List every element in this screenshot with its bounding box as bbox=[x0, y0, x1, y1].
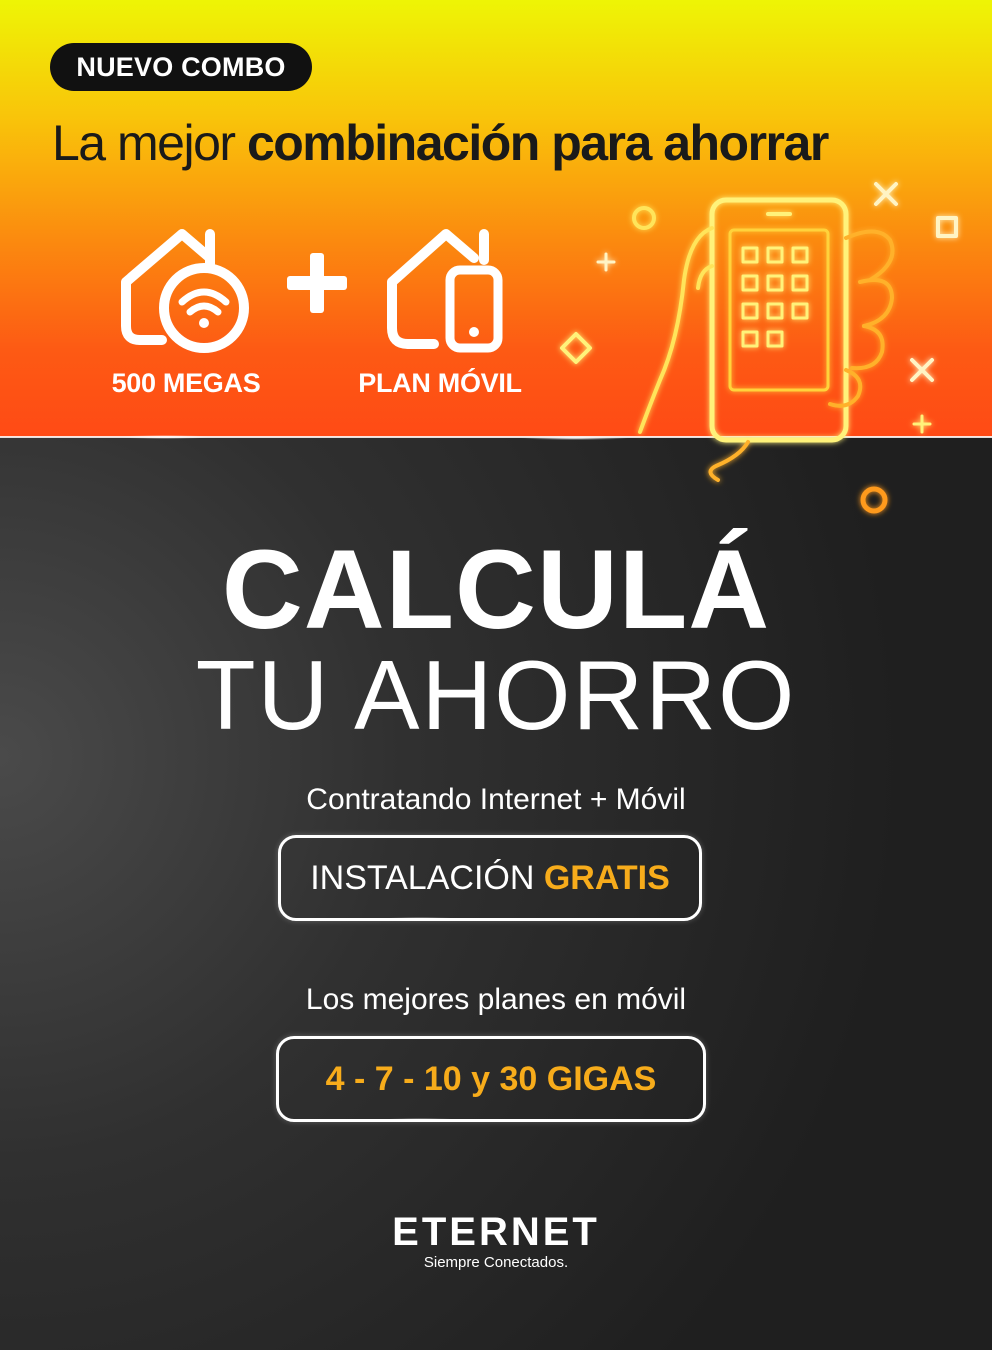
glint bbox=[380, 1118, 460, 1122]
free-text: GRATIS bbox=[543, 859, 670, 897]
brand-tagline: Siempre Conectados. bbox=[423, 1254, 569, 1271]
glint bbox=[380, 917, 460, 921]
headline-strong: combinación para ahorrar bbox=[246, 115, 829, 171]
neon-hand-phone-icon bbox=[560, 182, 958, 514]
promo-banner: NUEVO COMBO La mejor combinación para ah… bbox=[0, 0, 992, 1350]
plus-icon bbox=[282, 248, 352, 318]
calc-subtitle: TU AHORRO bbox=[195, 640, 797, 750]
brand-logo: ETERNET bbox=[392, 1210, 600, 1254]
new-combo-badge: NUEVO COMBO bbox=[50, 43, 312, 91]
offer-caption-planes: Los mejores planes en móvil bbox=[305, 983, 687, 1016]
service-label-movil: PLAN MÓVIL bbox=[358, 368, 522, 398]
home-phone-icon bbox=[387, 229, 503, 353]
home-wifi-icon bbox=[121, 229, 249, 353]
service-label-megas: 500 MEGAS bbox=[111, 368, 261, 398]
calc-title: CALCULÁ bbox=[221, 527, 771, 652]
glint bbox=[120, 435, 210, 439]
headline-light: La mejor bbox=[52, 115, 236, 171]
installation-text: INSTALACIÓN bbox=[310, 859, 535, 897]
headline: La mejor combinación para ahorrar bbox=[52, 112, 952, 174]
gigas-pill: 4 - 7 - 10 y 30 GIGAS bbox=[276, 1036, 706, 1122]
offer-caption-internet-movil: Contratando Internet + Móvil bbox=[306, 783, 686, 816]
installation-free-pill: INSTALACIÓN GRATIS bbox=[278, 835, 702, 921]
